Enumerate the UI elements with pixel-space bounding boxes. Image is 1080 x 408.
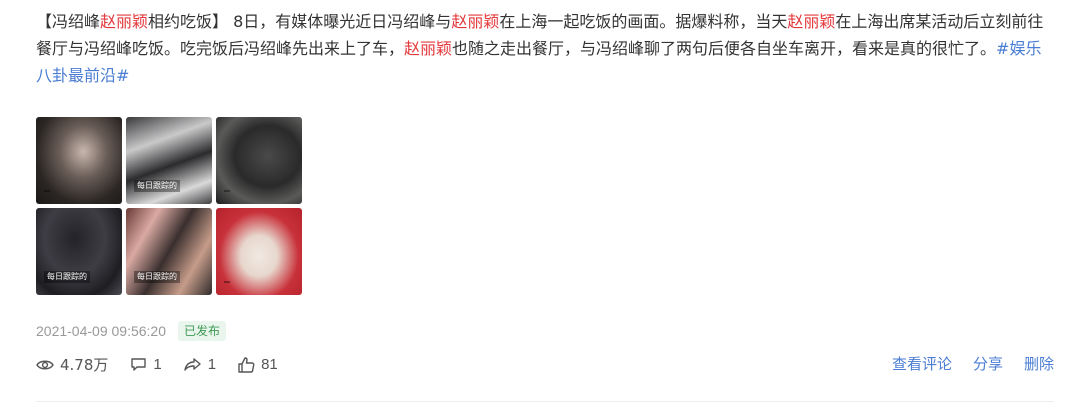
post-text-segment: 相约吃饭】 8日，有媒体曝光近日冯绍峰与	[148, 12, 452, 31]
post-text-segment: 在上海一起吃饭的画面。据爆料称，当天	[499, 12, 788, 31]
post-stats: 4.78万 1 1 81	[36, 354, 300, 375]
image-caption: 每日跟踪的	[134, 180, 180, 192]
shares-count: 1	[207, 356, 217, 373]
post-text-segment: 也随之走出餐厅，与冯绍峰聊了两句后便各自坐车离开，看来是真的很忙了。	[452, 39, 997, 58]
views-count: 4.78万	[60, 356, 109, 374]
likes-stat[interactable]: 81	[238, 356, 278, 373]
views-stat: 4.78万	[36, 354, 108, 375]
post-actions: 查看评论 分享 删除	[871, 353, 1054, 374]
post-content: 【冯绍峰赵丽颖相约吃饭】 8日，有媒体曝光近日冯绍峰与赵丽颖在上海一起吃饭的画面…	[36, 8, 1056, 89]
eye-icon	[36, 360, 54, 369]
comment-icon	[131, 358, 147, 371]
post-timestamp: 2021-04-09 09:56:20	[36, 323, 166, 339]
shares-stat[interactable]: 1	[184, 356, 216, 373]
likes-count: 81	[261, 356, 278, 373]
highlighted-keyword: 赵丽颖	[787, 12, 836, 31]
thumbs-up-icon	[238, 356, 255, 373]
post-image[interactable]: 每日跟踪的	[36, 208, 122, 295]
comments-count: 1	[153, 356, 162, 373]
share-link[interactable]: 分享	[973, 353, 1003, 374]
image-caption: 每日跟踪的	[134, 271, 180, 283]
post-image[interactable]	[36, 117, 122, 204]
share-icon	[184, 358, 201, 371]
post-image[interactable]: 每日跟踪的	[126, 208, 212, 295]
status-badge: 已发布	[178, 321, 227, 341]
view-comments-link[interactable]: 查看评论	[892, 353, 952, 374]
divider	[36, 401, 1054, 402]
image-caption	[44, 190, 50, 192]
post-text-segment: 【冯绍峰	[36, 12, 101, 31]
delete-link[interactable]: 删除	[1024, 353, 1054, 374]
post-image[interactable]	[216, 117, 302, 204]
highlighted-keyword: 赵丽颖	[404, 39, 453, 58]
post-meta: 2021-04-09 09:56:20 已发布	[36, 321, 227, 341]
post-image[interactable]: 每日跟踪的	[126, 117, 212, 204]
image-caption: 每日跟踪的	[44, 271, 90, 283]
post-text: 【冯绍峰赵丽颖相约吃饭】 8日，有媒体曝光近日冯绍峰与赵丽颖在上海一起吃饭的画面…	[36, 8, 1056, 89]
post-image[interactable]	[216, 208, 302, 295]
image-caption	[224, 281, 230, 283]
comments-stat[interactable]: 1	[130, 356, 162, 373]
image-grid: 每日跟踪的 每日跟踪的 每日跟踪的	[36, 117, 302, 295]
highlighted-keyword: 赵丽颖	[451, 12, 500, 31]
image-caption	[224, 190, 230, 192]
highlighted-keyword: 赵丽颖	[100, 12, 149, 31]
